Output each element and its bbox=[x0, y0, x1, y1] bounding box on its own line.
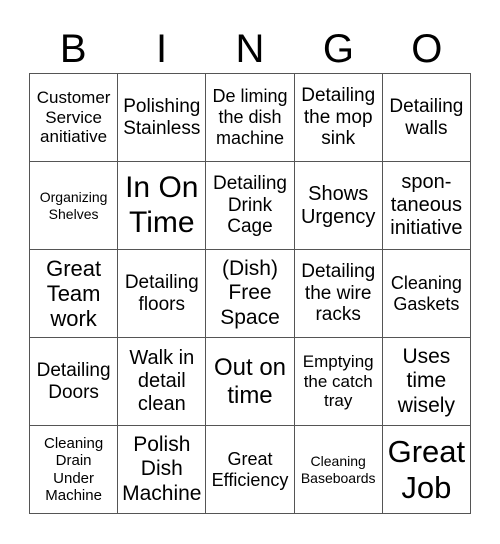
bingo-cell[interactable]: Out on time bbox=[206, 338, 295, 426]
header-letter-o: O bbox=[411, 27, 443, 71]
bingo-cell[interactable]: (Dish) Free Space bbox=[206, 250, 295, 338]
bingo-cell[interactable]: Polish Dish Machine bbox=[118, 426, 207, 514]
bingo-cell[interactable]: Shows Urgency bbox=[294, 162, 383, 250]
bingo-cell[interactable]: Detailing walls bbox=[382, 74, 471, 162]
bingo-cell[interactable]: Detailing floors bbox=[118, 250, 207, 338]
header-letter-b: B bbox=[59, 27, 87, 71]
bingo-cell[interactable]: Walk in detail clean bbox=[118, 338, 207, 426]
bingo-cell[interactable]: Cleaning Gaskets bbox=[382, 250, 471, 338]
bingo-cell[interactable]: Detailing Doors bbox=[30, 338, 119, 426]
bingo-cell[interactable]: Customer Service anitiative bbox=[30, 74, 119, 162]
bingo-cell[interactable]: Uses time wisely bbox=[382, 338, 471, 426]
bingo-cell[interactable]: Emptying the catch tray bbox=[294, 338, 383, 426]
bingo-header: B I N G O bbox=[29, 24, 471, 74]
bingo-cell[interactable]: Cleaning Baseboards bbox=[294, 426, 383, 514]
header-letter-i: I bbox=[156, 27, 168, 71]
header-letter-g: G bbox=[322, 27, 354, 71]
bingo-cell[interactable]: Detailing Drink Cage bbox=[206, 162, 295, 250]
bingo-cell[interactable]: De liming the dish machine bbox=[206, 74, 295, 162]
header-letter-n: N bbox=[235, 27, 265, 71]
bingo-cell[interactable]: Organizing Shelves bbox=[30, 162, 119, 250]
bingo-cell[interactable]: In On Time bbox=[118, 162, 207, 250]
bingo-card-grid: Customer Service anitiative Polishing St… bbox=[29, 73, 471, 514]
bingo-cell[interactable]: Great Job bbox=[382, 426, 471, 514]
bingo-cell[interactable]: Great Team work bbox=[30, 250, 119, 338]
bingo-cell[interactable]: Detailing the wire racks bbox=[294, 250, 383, 338]
bingo-cell[interactable]: Polishing Stainless bbox=[118, 74, 207, 162]
bingo-cell[interactable]: Great Efficiency bbox=[206, 426, 295, 514]
bingo-cell[interactable]: Detailing the mop sink bbox=[294, 74, 383, 162]
bingo-cell[interactable]: Cleaning Drain Under Machine bbox=[30, 426, 119, 514]
bingo-cell[interactable]: spon- taneous initiative bbox=[382, 162, 471, 250]
